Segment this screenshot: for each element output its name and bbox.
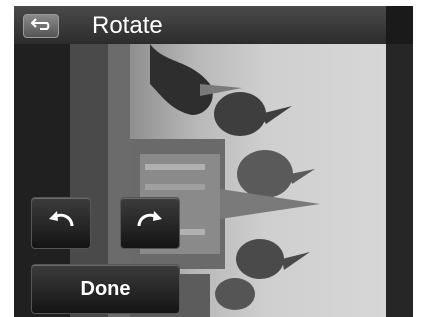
title-bar: Rotate <box>14 6 413 44</box>
camera-screen: Rotate Done <box>14 6 413 317</box>
back-button[interactable] <box>23 14 59 38</box>
page-title: Rotate <box>92 12 163 39</box>
rotate-right-button[interactable] <box>120 197 180 249</box>
right-margin <box>386 44 413 317</box>
done-button[interactable]: Done <box>31 264 180 314</box>
rotate-clockwise-icon <box>135 208 165 239</box>
rotate-counterclockwise-icon <box>46 208 76 239</box>
title-bar-cap <box>386 6 413 44</box>
rotate-left-button[interactable] <box>31 197 91 249</box>
done-button-label: Done <box>80 277 131 300</box>
back-arrow-icon <box>30 17 52 36</box>
